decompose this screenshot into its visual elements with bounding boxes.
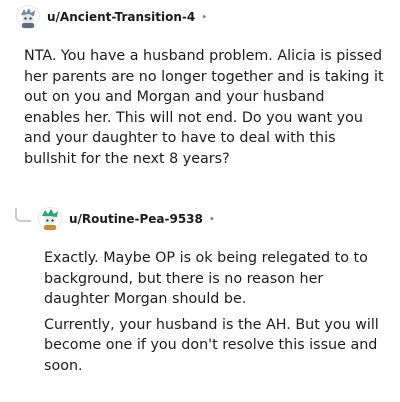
- comment-2-separator: •: [208, 213, 215, 225]
- comment-1-body: NTA. You have a husband problem. Alicia …: [24, 46, 384, 170]
- comment-1-paragraph: NTA. You have a husband problem. Alicia …: [24, 48, 384, 167]
- comment-1-username[interactable]: u/Ancient-Transition-4: [47, 10, 195, 24]
- comment-1-header: u/Ancient-Transition-4 •: [16, 5, 207, 29]
- reply-arrow-icon: [15, 208, 31, 222]
- comment-1-separator: •: [201, 11, 208, 23]
- snoo-avatar-icon[interactable]: [16, 5, 40, 29]
- comment-2-username[interactable]: u/Routine-Pea-9538: [69, 212, 203, 226]
- comment-2-paragraph-1: Exactly. Maybe OP is ok being relegated …: [44, 250, 368, 308]
- comment-2-body: Exactly. Maybe OP is ok being relegated …: [44, 248, 384, 377]
- comment-2-header: u/Routine-Pea-9538 •: [38, 207, 215, 231]
- comment-2-paragraph-2: Currently, your husband is the AH. But y…: [44, 316, 379, 374]
- snoo-avatar-icon[interactable]: [38, 207, 62, 231]
